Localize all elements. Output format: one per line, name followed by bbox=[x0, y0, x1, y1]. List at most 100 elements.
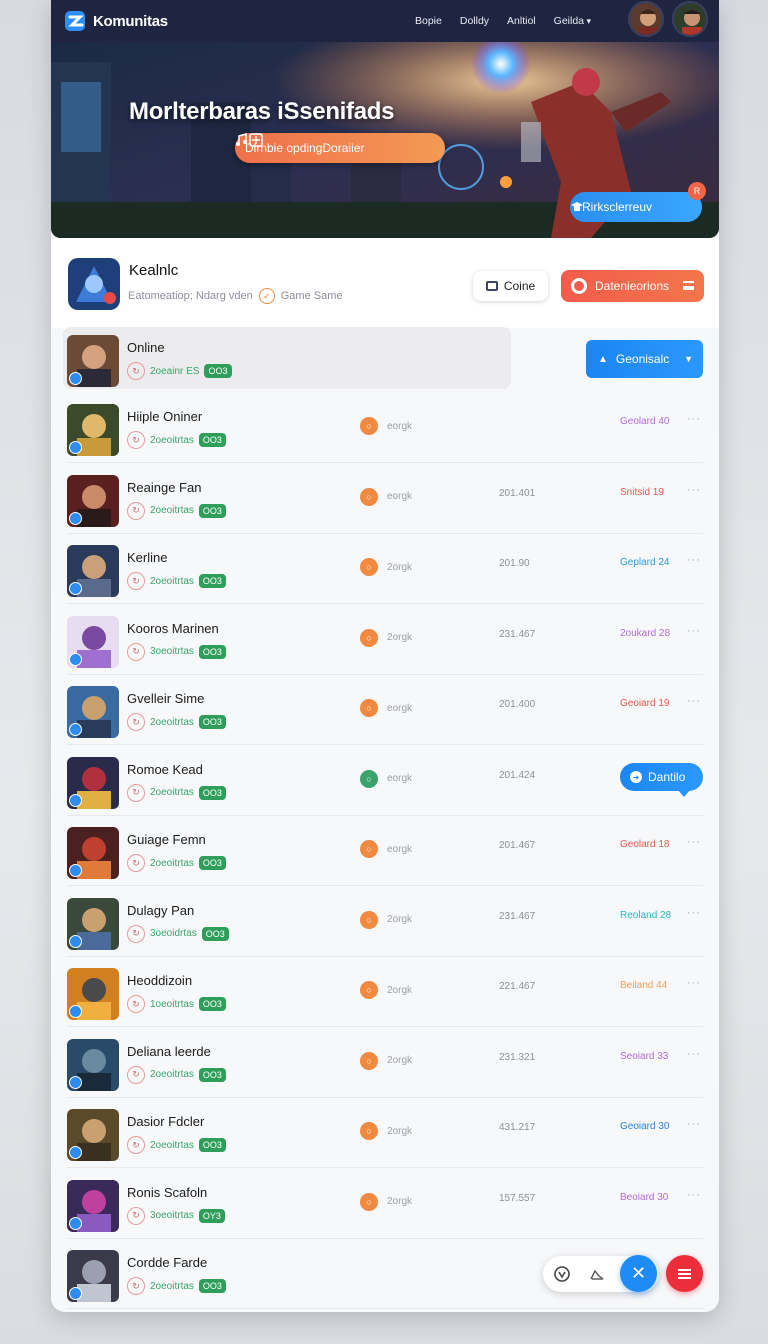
list-row[interactable]: Guiage Femn ↻ 2oeoitrtas OO3 ○ eorgk 201.467 Ge… bbox=[67, 818, 703, 886]
row-meta: ↻ 2oeoitrtas OO3 bbox=[127, 713, 226, 731]
verified-badge-icon bbox=[69, 1216, 82, 1230]
verified-badge-icon bbox=[69, 1287, 82, 1300]
row-avatar[interactable] bbox=[67, 686, 119, 738]
brand-logo[interactable]: Komunitas bbox=[63, 8, 168, 34]
reaction-icon[interactable]: ↻ bbox=[127, 924, 145, 943]
more-options-icon[interactable]: ··· bbox=[687, 907, 701, 919]
more-options-icon[interactable]: ··· bbox=[687, 1189, 701, 1201]
check-circle-icon: ✓ bbox=[258, 288, 275, 304]
list-row[interactable]: Dasior Fdcler ↻ 2oeoitrtas OO3 ○ 2orgk 431.217… bbox=[67, 1100, 703, 1168]
list-row[interactable]: Heoddizoin ↻ 1oeoitrtas OO3 ○ 2orgk 221.467 Bei… bbox=[67, 959, 703, 1027]
nav-item-1[interactable]: Dolldy bbox=[460, 15, 489, 27]
row-avatar[interactable] bbox=[67, 474, 119, 527]
tooltip-action-button[interactable]: ➜ Dantilo bbox=[620, 763, 703, 797]
more-options-icon[interactable]: ··· bbox=[687, 1048, 701, 1060]
details-button-label: Datenieorions bbox=[595, 279, 670, 293]
reaction-icon[interactable]: ↻ bbox=[127, 713, 145, 731]
profile-avatar[interactable] bbox=[68, 258, 120, 310]
reaction-icon[interactable]: ↻ bbox=[127, 1136, 145, 1154]
row-avatar[interactable] bbox=[67, 827, 119, 879]
menu-fab-button[interactable] bbox=[666, 1255, 703, 1292]
shield-icon[interactable] bbox=[554, 1266, 570, 1282]
more-options-icon[interactable]: ··· bbox=[687, 413, 701, 425]
cloud-upload-icon[interactable] bbox=[589, 1266, 605, 1282]
close-fab-button[interactable]: ✕ bbox=[620, 1255, 657, 1292]
list-row[interactable]: Gvelleir Sime ↻ 2oeoitrtas OO3 ○ eorgk 201.400… bbox=[67, 677, 703, 745]
more-options-icon[interactable]: ··· bbox=[687, 836, 701, 848]
more-options-icon[interactable]: ··· bbox=[687, 554, 701, 566]
reaction-icon[interactable]: ↻ bbox=[127, 431, 145, 449]
row-avatar[interactable] bbox=[67, 1109, 119, 1161]
reaction-icon[interactable]: ↻ bbox=[127, 783, 145, 802]
more-options-icon[interactable]: ··· bbox=[687, 977, 701, 989]
online-button[interactable]: Coine bbox=[473, 271, 548, 301]
reaction-icon[interactable]: ↻ bbox=[127, 572, 145, 590]
row-avatar[interactable] bbox=[67, 1250, 119, 1302]
row-name: Dasior Fdcler bbox=[127, 1114, 205, 1129]
row-avatar[interactable] bbox=[67, 615, 119, 668]
hero-cta-button[interactable]: Rirksclerreuv R bbox=[570, 182, 706, 222]
verified-badge-icon bbox=[69, 652, 82, 666]
row-avatar[interactable] bbox=[67, 404, 119, 456]
reaction-icon[interactable]: ↻ bbox=[127, 854, 145, 872]
reaction-icon[interactable]: ↻ bbox=[127, 995, 145, 1013]
more-options-icon[interactable]: ··· bbox=[687, 695, 701, 707]
row-name: Online bbox=[127, 340, 165, 355]
row-avatar[interactable] bbox=[67, 335, 119, 387]
nav-item-dropdown[interactable]: Geilda bbox=[554, 15, 591, 27]
list-row[interactable]: Deliana leerde ↻ 2oeoitrtas OO3 ○ 2orgk 231.32… bbox=[67, 1029, 703, 1098]
row-status-text: 2orgk bbox=[387, 1125, 413, 1137]
row-meta-text: 2oeainr ES bbox=[150, 365, 200, 377]
row-status-text: 2orgk bbox=[387, 914, 413, 925]
row-tag: OO3 bbox=[204, 364, 232, 378]
screen-icon bbox=[485, 281, 498, 291]
nav-item-0[interactable]: Bopie bbox=[415, 15, 442, 27]
list-row[interactable]: Kooros Marinen ↻ 3oeoitrtas OO3 ○ 2orgk 231.46… bbox=[67, 606, 703, 675]
list-row[interactable]: Dulagy Pan ↻ 3oeoidrtas OO3 ○ 2orgk 231.467 Reo… bbox=[67, 888, 703, 957]
row-avatar[interactable] bbox=[67, 1179, 119, 1232]
more-options-icon[interactable]: ··· bbox=[687, 625, 701, 637]
verified-badge-icon bbox=[69, 441, 82, 454]
row-meta-text: 2oeoitrtas bbox=[150, 787, 194, 798]
reaction-icon[interactable]: ↻ bbox=[127, 642, 145, 661]
status-dot-icon: ○ bbox=[360, 558, 378, 576]
status-dot-icon: ○ bbox=[360, 981, 378, 999]
reaction-icon[interactable]: ↻ bbox=[127, 1206, 145, 1225]
more-options-icon[interactable]: ··· bbox=[687, 484, 701, 496]
list-row[interactable]: Kerline ↻ 2oeoitrtas OO3 ○ 2orgk 201.90 Geplard… bbox=[67, 536, 703, 604]
list-row[interactable]: Romoe Kead ↻ 2oeoitrtas OO3 ○ eorgk 201.424 bbox=[67, 747, 703, 816]
list-row[interactable]: Hiiple Oniner ↻ 2oeoitrtas OO3 ○ eorgk Geolard… bbox=[67, 395, 703, 463]
more-options-icon[interactable]: ··· bbox=[687, 1118, 701, 1130]
row-avatar[interactable] bbox=[67, 545, 119, 597]
reaction-icon[interactable]: ↻ bbox=[127, 501, 145, 520]
reaction-icon[interactable]: ↻ bbox=[127, 1065, 145, 1084]
row-avatar[interactable] bbox=[67, 756, 119, 809]
user-avatar-1[interactable] bbox=[628, 1, 664, 37]
user-avatar-2[interactable] bbox=[672, 1, 708, 37]
verified-badge-icon bbox=[69, 1005, 82, 1018]
verified-badge-icon bbox=[69, 864, 82, 877]
hero-action-pill[interactable]: Dlrnbie opding Doraiier bbox=[235, 133, 445, 163]
row-tag: OO3 bbox=[198, 1279, 226, 1293]
row-number: 201.401 bbox=[499, 487, 536, 499]
hero-cta-label: Rirksclerreuv bbox=[582, 200, 653, 214]
list-row[interactable]: Ronis Scafoln ↻ 3oeoitrtas OY3 ○ 2orgk 157.557… bbox=[67, 1170, 703, 1239]
geolocation-dropdown-button[interactable]: ▲ Geonisalc ▼ bbox=[586, 340, 703, 378]
reaction-icon[interactable]: ↻ bbox=[127, 1277, 145, 1295]
row-avatar[interactable] bbox=[67, 897, 119, 950]
row-avatar[interactable] bbox=[67, 1038, 119, 1091]
nav-item-2[interactable]: Anltiol bbox=[507, 15, 536, 27]
list-row[interactable]: Reainge Fan ↻ 2oeoitrtas OO3 ○ eorgk 201.401 Sn… bbox=[67, 465, 703, 534]
profile-subtitle-text: Eatomeatiop; Ndarg vden bbox=[128, 290, 253, 302]
row-status-text: 2orgk bbox=[387, 1055, 413, 1066]
reaction-icon[interactable]: ↻ bbox=[127, 362, 145, 380]
row-number: 231.467 bbox=[499, 910, 536, 922]
details-button[interactable]: Datenieorions bbox=[561, 270, 704, 302]
row-tag: OO3 bbox=[198, 997, 226, 1011]
row-name: Kooros Marinen bbox=[127, 620, 219, 636]
row-avatar[interactable] bbox=[67, 968, 119, 1020]
row-meta-text: 2oeoitrtas bbox=[150, 575, 194, 587]
row-number: 221.467 bbox=[499, 981, 536, 992]
row-status-text: 2orgk bbox=[387, 1196, 413, 1207]
brand-mark-icon bbox=[65, 11, 85, 31]
